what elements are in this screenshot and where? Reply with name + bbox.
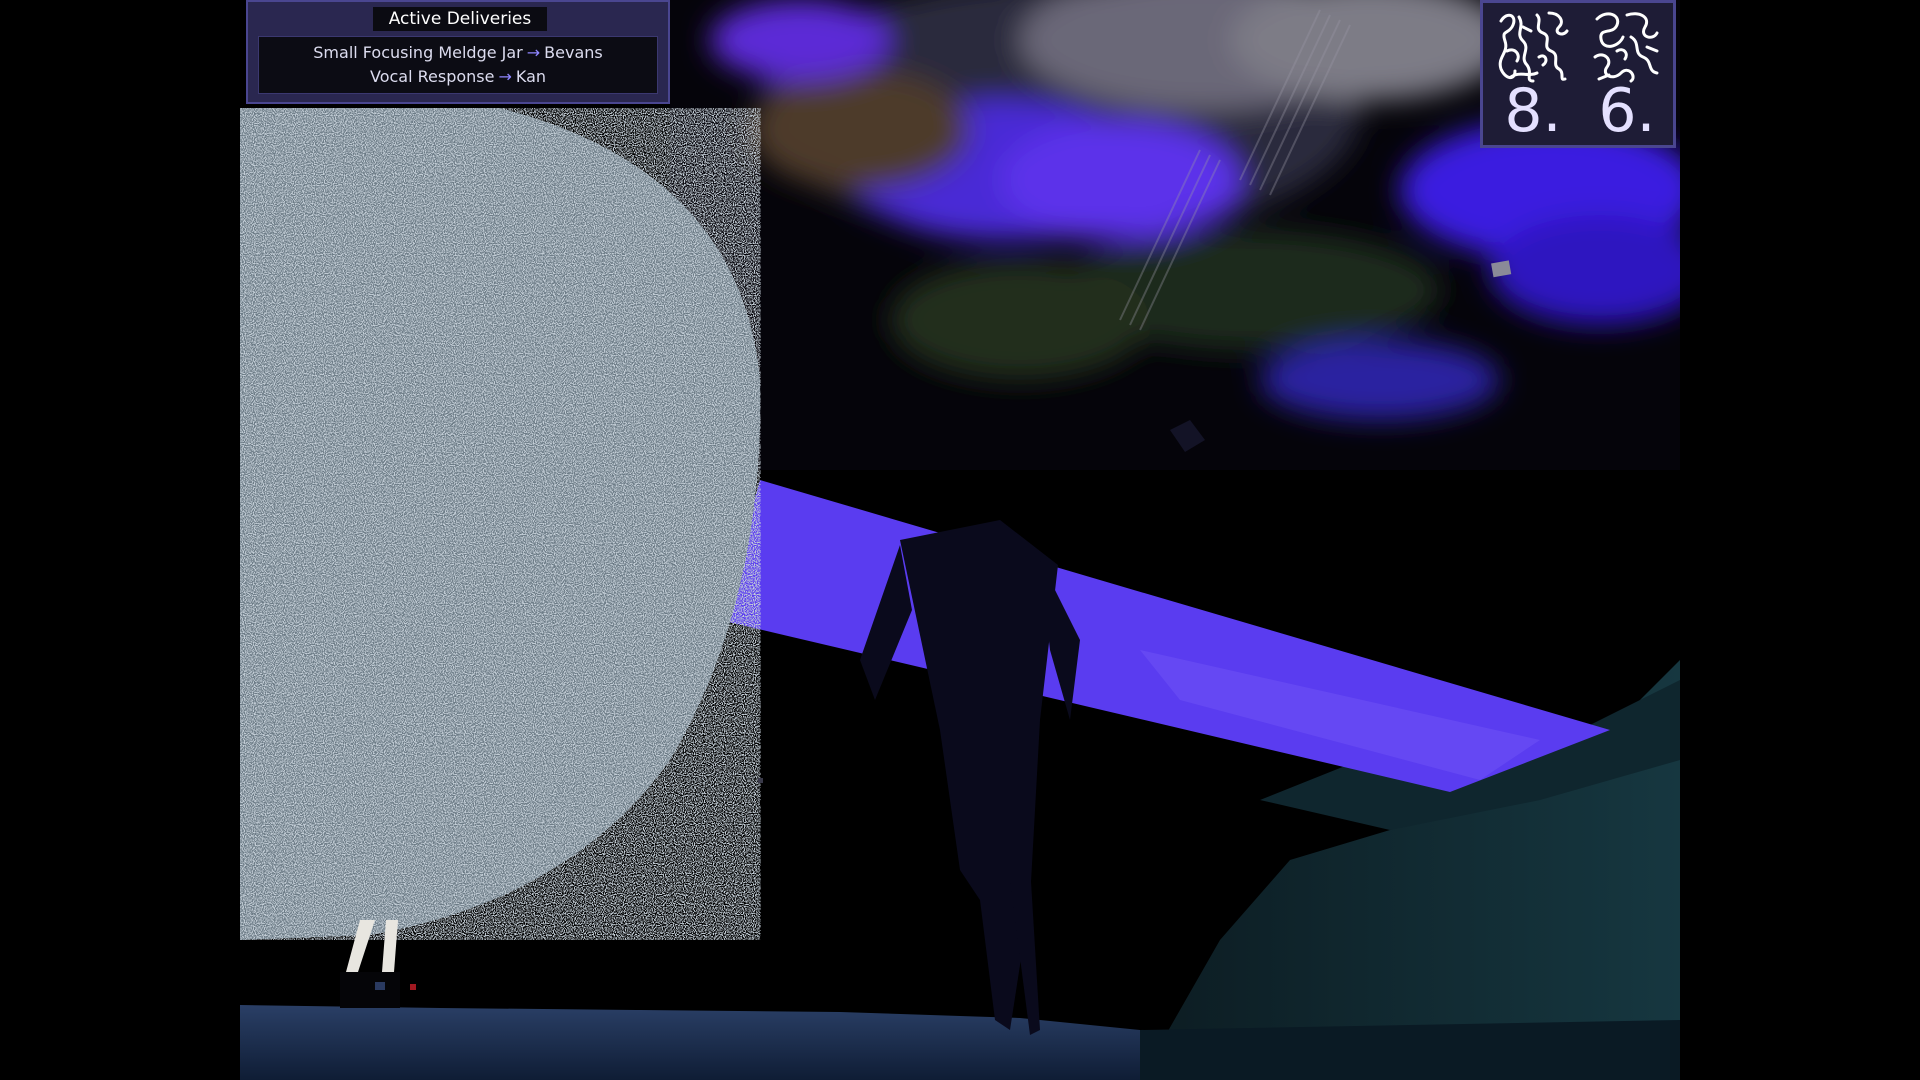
rune-counter-value: 8. [1504, 76, 1562, 146]
scribble-rune-icon [1493, 7, 1573, 87]
active-deliveries-panel: Active Deliveries Small Focusing Meldge … [246, 0, 670, 104]
delivery-recipient: Bevans [544, 43, 603, 62]
noise-sphere [240, 108, 761, 940]
arrow-right-icon: → [498, 67, 512, 86]
delivery-list: Small Focusing Meldge Jar → Bevans Vocal R… [258, 36, 658, 94]
delivery-recipient: Kan [515, 67, 547, 86]
delivery-item: Vocal Response → Kan [259, 65, 657, 89]
active-deliveries-title: Active Deliveries [373, 7, 547, 31]
scribble-rune-icon [1587, 7, 1667, 87]
delivery-item-name: Small Focusing Meldge Jar [313, 43, 523, 62]
arrow-right-icon: → [526, 43, 541, 62]
game-viewport[interactable]: Active Deliveries Small Focusing Meldge … [240, 0, 1680, 1080]
delivery-item-name: Vocal Response [369, 67, 495, 86]
rune-counter-value: 6. [1598, 76, 1656, 146]
silhouette-figure [860, 420, 1205, 1035]
rune-counter-panel: 8. 6. [1480, 0, 1676, 148]
delivery-item: Small Focusing Meldge Jar → Bevans [259, 41, 657, 65]
game-scene [240, 0, 1680, 1080]
